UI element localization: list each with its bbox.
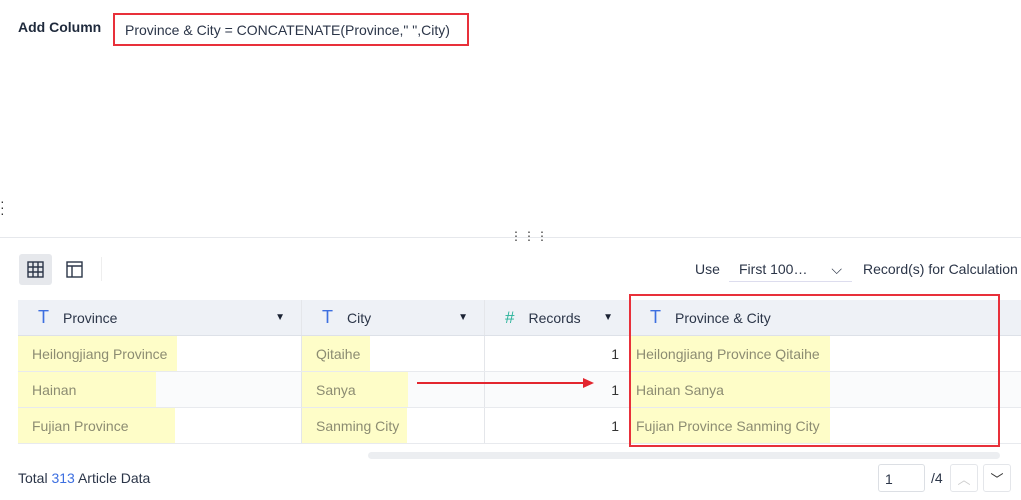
page-input[interactable]: 1: [878, 464, 925, 492]
layout-icon: [66, 261, 83, 278]
next-page-button[interactable]: ﹀: [983, 464, 1011, 492]
add-column-label: Add Column: [18, 19, 102, 35]
use-label: Use: [695, 261, 720, 277]
cell: 1: [485, 336, 630, 371]
arrow-annotation: [417, 378, 594, 388]
formula-input[interactable]: Province & City = CONCATENATE(Province,"…: [113, 13, 469, 46]
total-prefix: Total: [18, 470, 48, 486]
cell: Qitaihe: [302, 336, 371, 371]
text-type-icon: T: [38, 307, 49, 327]
cell: Heilongjiang Province: [18, 336, 178, 371]
sample-size-value: First 100…: [739, 261, 808, 277]
text-type-icon: T: [322, 307, 333, 327]
column-header-province[interactable]: T Province ▼: [18, 300, 302, 335]
cell: Sanming City: [302, 408, 408, 443]
sample-size-select[interactable]: First 100… ⌵: [729, 253, 852, 282]
number-type-icon: #: [505, 307, 515, 327]
total-suffix: Article Data: [77, 470, 151, 486]
records-for-calculation-label: Record(s) for Calculation: [863, 261, 1018, 277]
horizontal-scrollbar[interactable]: [368, 452, 1000, 459]
page-count: /4: [931, 470, 943, 486]
column-header-records[interactable]: # Records ▼: [485, 300, 630, 335]
caret-down-icon[interactable]: ▼: [458, 312, 468, 323]
chevron-down-icon: ⌵: [831, 261, 842, 277]
horizontal-resize-handle[interactable]: ⋮⋮⋮: [510, 229, 549, 243]
toolbar-separator: [101, 257, 102, 281]
total-number: 313: [51, 470, 75, 486]
grid-icon: [27, 261, 44, 278]
vertical-resize-handle[interactable]: · · ·: [0, 194, 5, 220]
prev-page-button[interactable]: ︿: [950, 464, 978, 492]
column-name: Records: [528, 309, 581, 326]
cell: Fujian Province: [18, 408, 175, 443]
caret-down-icon[interactable]: ▼: [603, 312, 613, 323]
new-column-highlight-box: [629, 294, 1000, 447]
chevron-down-icon: ﹀: [990, 471, 1004, 487]
cell: 1: [485, 408, 630, 443]
cell: Sanya: [302, 372, 408, 407]
caret-down-icon[interactable]: ▼: [275, 312, 285, 323]
grid-view-button[interactable]: [19, 254, 52, 285]
cell: Hainan: [18, 372, 157, 407]
column-name: Province: [63, 309, 118, 326]
column-header-city[interactable]: T City ▼: [302, 300, 485, 335]
total-count: Total 313 Article Data: [18, 470, 150, 486]
chevron-up-icon: ︿: [957, 471, 971, 487]
layout-view-button[interactable]: [58, 254, 91, 285]
column-name: City: [347, 309, 372, 326]
